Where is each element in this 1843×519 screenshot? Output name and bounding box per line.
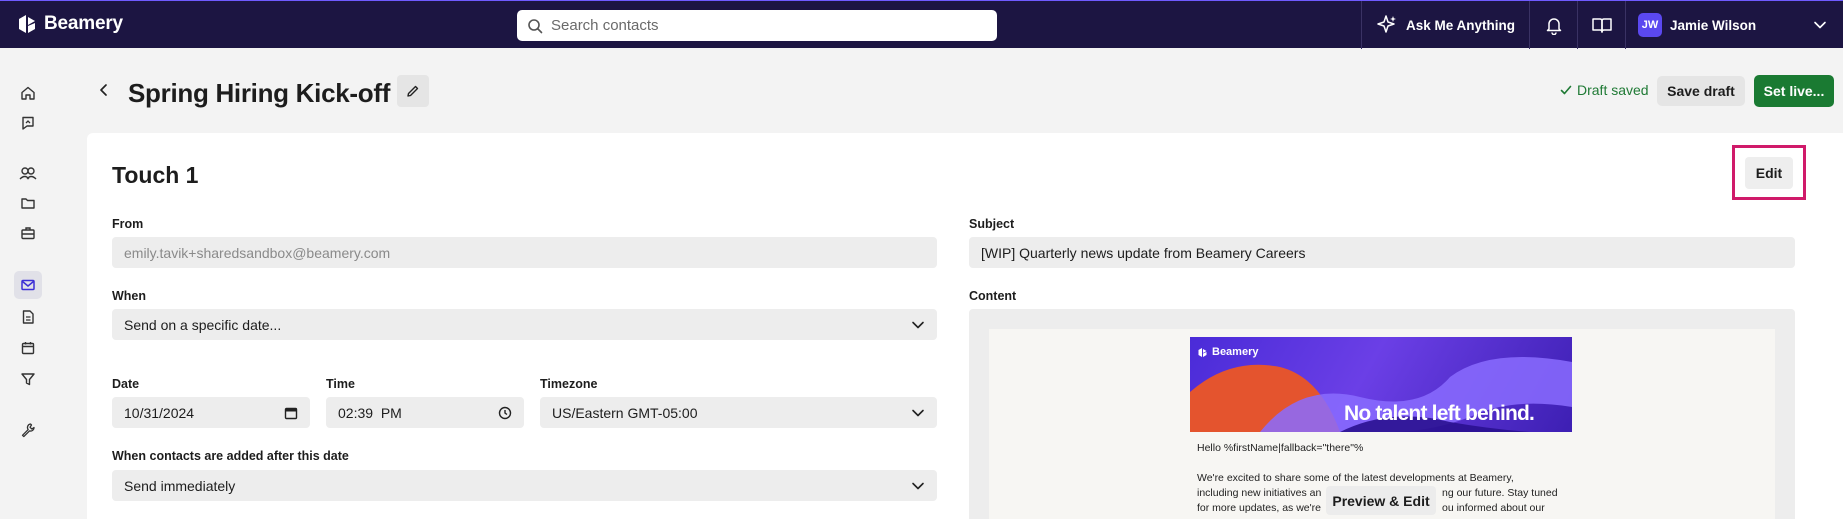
back-button[interactable]	[92, 78, 116, 102]
draft-status-label: Draft saved	[1577, 82, 1649, 98]
calendar-icon	[284, 407, 298, 419]
edit-touch-button[interactable]: Edit	[1745, 157, 1793, 189]
sidebar-item-pools[interactable]	[14, 189, 42, 217]
sidebar-item-vacancies[interactable]	[14, 219, 42, 247]
subject-label: Subject	[969, 217, 1015, 231]
briefcase-icon	[21, 227, 35, 240]
after-date-label: When contacts are added after this date	[112, 449, 349, 463]
date-label: Date	[112, 377, 140, 391]
ask-me-anything-label: Ask Me Anything	[1405, 17, 1515, 33]
wrench-icon	[21, 423, 35, 438]
clock-icon	[498, 406, 512, 419]
calendar-icon	[21, 342, 35, 355]
home-icon	[21, 86, 35, 100]
sidebar-item-engage[interactable]	[14, 109, 42, 137]
page-title: Spring Hiring Kick-off	[128, 78, 391, 108]
email-body-line-3: for more updates, as we're	[1197, 502, 1321, 514]
document-icon	[22, 310, 34, 324]
filter-icon	[21, 373, 35, 386]
banner-logo-text: Beamery	[1212, 346, 1259, 358]
search-bar[interactable]	[517, 10, 997, 41]
people-icon	[19, 167, 37, 180]
topbar-actions: Ask Me Anything JW Jamie Wilson	[1360, 1, 1843, 49]
time-input[interactable]: 02:39 PM	[326, 397, 524, 428]
date-input[interactable]: 10/31/2024	[112, 397, 310, 428]
checkmark-icon	[1560, 85, 1572, 95]
email-greeting: Hello %firstName|fallback="there"%	[1197, 442, 1364, 454]
touch-title: Touch 1	[112, 162, 199, 188]
save-draft-button[interactable]: Save draft	[1657, 76, 1745, 106]
chevron-down-icon	[912, 321, 924, 328]
top-bar: Beamery Ask Me Anything	[0, 0, 1843, 49]
from-label: From	[112, 217, 144, 231]
mail-icon	[21, 279, 35, 291]
brand-name: Beamery	[44, 13, 123, 34]
flag-chat-icon	[22, 116, 34, 130]
when-value: Send on a specific date...	[124, 316, 282, 333]
beamery-logo-icon	[1198, 347, 1207, 357]
banner-tagline: No talent left behind.	[1344, 402, 1535, 425]
sidebar	[0, 49, 56, 519]
date-value: 10/31/2024	[124, 404, 195, 421]
folder-icon	[21, 198, 35, 209]
banner-logo: Beamery	[1197, 346, 1258, 358]
from-value: emily.tavik+sharedsandbox@beamery.com	[124, 244, 391, 261]
pencil-icon	[407, 85, 419, 97]
chevron-down-icon	[912, 482, 924, 489]
when-select[interactable]: Send on a specific date...	[112, 309, 937, 340]
book-icon	[1591, 18, 1612, 33]
email-body-line-2-tail: ng our future. Stay tuned	[1442, 487, 1558, 499]
preview-edit-button[interactable]: Preview & Edit	[1326, 486, 1436, 515]
content-label: Content	[969, 289, 1017, 303]
from-field: emily.tavik+sharedsandbox@beamery.com	[112, 237, 937, 268]
search-input[interactable]	[551, 17, 981, 34]
after-date-value: Send immediately	[124, 477, 236, 494]
timezone-select[interactable]: US/Eastern GMT-05:00	[540, 397, 937, 428]
edit-title-button[interactable]	[397, 75, 429, 107]
notifications-button[interactable]	[1529, 1, 1577, 49]
time-label: Time	[326, 377, 355, 391]
sidebar-item-events[interactable]	[14, 334, 42, 362]
chevron-down-icon	[1814, 21, 1826, 29]
timezone-label: Timezone	[540, 377, 598, 391]
after-date-select[interactable]: Send immediately	[112, 470, 937, 501]
draft-status: Draft saved	[1560, 82, 1649, 98]
help-docs-button[interactable]	[1577, 1, 1625, 49]
sidebar-item-forms[interactable]	[14, 303, 42, 331]
timezone-value: US/Eastern GMT-05:00	[552, 404, 698, 421]
user-menu[interactable]: JW Jamie Wilson	[1625, 1, 1843, 49]
user-name: Jamie Wilson	[1670, 17, 1757, 33]
search-icon	[528, 18, 543, 33]
ask-me-anything-button[interactable]: Ask Me Anything	[1360, 1, 1529, 49]
sidebar-item-contacts[interactable]	[14, 159, 42, 187]
subject-field[interactable]: [WIP] Quarterly news update from Beamery…	[969, 237, 1795, 268]
sidebar-item-campaigns[interactable]	[14, 271, 42, 299]
sidebar-item-settings[interactable]	[14, 416, 42, 444]
email-body-line-2: including new initiatives an	[1197, 487, 1322, 499]
subject-value: [WIP] Quarterly news update from Beamery…	[981, 244, 1306, 261]
sidebar-item-home[interactable]	[14, 79, 42, 107]
set-live-button[interactable]: Set live...	[1754, 75, 1834, 107]
sparkle-icon	[1377, 15, 1396, 33]
avatar: JW	[1638, 13, 1662, 37]
when-label: When	[112, 289, 147, 303]
email-body-line-3-tail: ou informed about our	[1442, 502, 1545, 514]
sidebar-item-pipelines[interactable]	[14, 365, 42, 393]
chevron-down-icon	[912, 409, 924, 416]
time-value: 02:39 PM	[338, 404, 402, 421]
email-body-line-1: We're excited to share some of the lates…	[1197, 472, 1514, 484]
brand-logo[interactable]: Beamery	[16, 13, 123, 35]
bell-icon	[1546, 18, 1561, 35]
beamery-logo-icon	[19, 15, 35, 33]
chevron-left-icon	[100, 84, 107, 96]
